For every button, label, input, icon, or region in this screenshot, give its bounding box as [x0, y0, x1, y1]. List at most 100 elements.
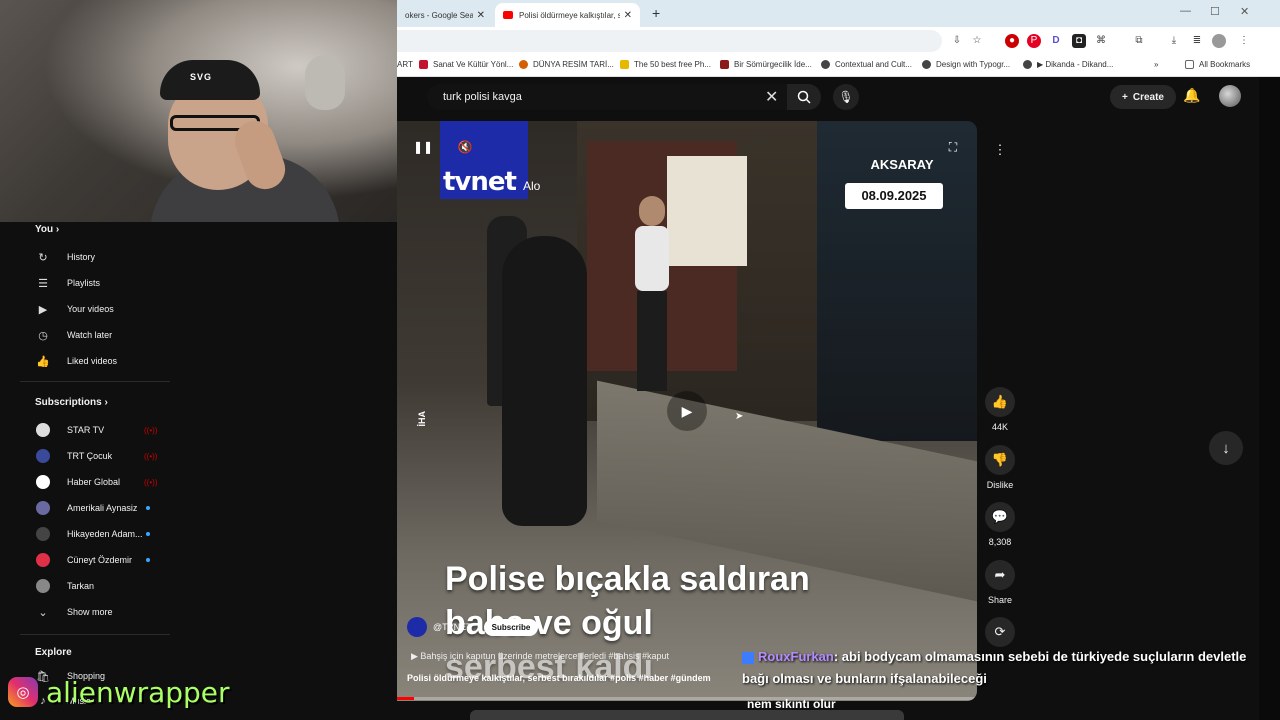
clear-search-icon[interactable]: ✕ [765, 87, 778, 107]
shorts-video-player[interactable]: tvnet Alo AKSARAY 08.09.2025 İHA ❚❚ 🔇 ⛶ … [397, 121, 977, 701]
like-button[interactable]: 👍 44K [985, 387, 1015, 432]
minimize-icon[interactable]: — [1180, 5, 1191, 17]
bookmark-item[interactable]: ART [397, 60, 413, 69]
bookmark-item[interactable]: Bir Sömürgecilik İde... [720, 60, 812, 69]
thumbs-up-icon: 👍 [985, 387, 1015, 417]
pinterest-icon[interactable]: P [1027, 34, 1041, 48]
sidebar-sub-star-tv[interactable]: STAR TV ((•)) [36, 420, 176, 440]
adblock-icon[interactable]: ● [1005, 34, 1019, 48]
bookmark-icon [620, 60, 629, 69]
play-icon[interactable]: ▶ [667, 391, 707, 431]
bookmarks-bar: ART Sanat Ve Kültür Yönl... DÜNYA RESİM … [397, 55, 1280, 77]
search-input[interactable]: turk polisi kavga [427, 84, 787, 110]
bookmark-star-icon[interactable]: ☆ [970, 34, 984, 48]
clock-icon: ◷ [38, 329, 48, 342]
subscribe-button[interactable]: Subscribe [483, 618, 539, 636]
sidebar-sub-haber-global[interactable]: Haber Global ((•)) [36, 472, 176, 492]
sidebar-item-liked-videos[interactable]: 👍 Liked videos [36, 351, 176, 371]
bookmark-item[interactable]: DÜNYA RESİM TARİ... [519, 60, 614, 69]
reading-list-icon[interactable]: ≣ [1190, 34, 1204, 48]
close-window-icon[interactable]: ✕ [1240, 5, 1249, 18]
extension-icon[interactable]: ◘ [1072, 34, 1086, 48]
download-icon[interactable]: ⤓ [1167, 34, 1181, 48]
sidebar-you-header[interactable]: You › [35, 224, 59, 235]
more-options[interactable]: ⋮ [985, 135, 1015, 170]
puzzle-icon[interactable]: ⌘ [1094, 34, 1108, 48]
pause-icon[interactable]: ❚❚ [409, 133, 437, 161]
create-button[interactable]: + Create [1110, 85, 1176, 109]
hashtags[interactable]: #polis #haber #gündem [610, 673, 711, 683]
you-label: You [35, 224, 54, 235]
bookmark-icon [720, 60, 729, 69]
comments-button[interactable]: 💬 8,308 [985, 502, 1015, 547]
tab-google-search[interactable]: okers - Google Sear ✕ [397, 3, 493, 27]
chat-username: RouxFurkan [758, 649, 834, 664]
globe-icon [821, 60, 830, 69]
profile-icon[interactable] [1212, 34, 1226, 48]
sidebar-sub-amerikali-aynasiz[interactable]: Amerikali Aynasiz [36, 498, 176, 518]
maximize-icon[interactable]: ☐ [1210, 5, 1220, 18]
mute-icon[interactable]: 🔇 [451, 133, 479, 161]
voice-search-button[interactable]: 🎙 [833, 84, 859, 110]
bookmark-icon [419, 60, 428, 69]
share-button[interactable]: ➦ Share [985, 560, 1015, 605]
sidebar-item-label: History [67, 252, 96, 262]
channel-row: @TVNET Subscribe [407, 617, 539, 637]
tab-label: Polisi öldürmeye kalkıştılar, serb [519, 10, 620, 20]
mic-icon: 🎙 [838, 90, 854, 104]
video-description[interactable]: ▶ Bahşiş için kapıtun üzerinde metrelerc… [411, 651, 669, 662]
sidebar-sub-cuneyt-ozdemir[interactable]: Cüneyt Özdemir [36, 550, 176, 570]
sidebar-sub-trt-cocuk[interactable]: TRT Çocuk ((•)) [36, 446, 176, 466]
dislike-button[interactable]: 👎 Dislike [985, 445, 1015, 490]
search-button[interactable] [787, 84, 821, 110]
create-label: Create [1132, 91, 1164, 103]
sidebar-item-your-videos[interactable]: ▶ Your videos [36, 299, 176, 319]
bookmark-item[interactable]: Contextual and Cult... [821, 60, 912, 69]
video-title[interactable]: Polisi öldürmeye kalkıştılar, serbest bı… [407, 673, 711, 683]
bookmark-item[interactable]: The 50 best free Ph... [620, 60, 711, 69]
live-icon: ((•)) [144, 477, 158, 487]
address-field[interactable] [397, 30, 942, 52]
close-icon[interactable]: ✕ [477, 10, 485, 21]
arrow-down-icon: ↓ [1222, 439, 1230, 457]
sidebar-sub-hikayeden-adam[interactable]: Hikayeden Adam... [36, 524, 176, 544]
bookmark-item[interactable]: Sanat Ve Kültür Yönl... [419, 60, 513, 69]
sidebar-sub-tarkan[interactable]: Tarkan [36, 576, 176, 596]
progress-bar[interactable] [397, 697, 977, 700]
sidebar-item-label: TRT Çocuk [67, 451, 113, 461]
notifications-bell-icon[interactable]: 🔔 [1183, 87, 1200, 104]
sidebar-item-playlists[interactable]: ☰ Playlists [36, 273, 176, 293]
sidebar-show-more[interactable]: ⌄ Show more [36, 602, 176, 622]
channel-avatar [36, 449, 50, 463]
next-video-button[interactable]: ↓ [1209, 431, 1243, 465]
playlist-icon: ☰ [38, 277, 48, 290]
install-icon[interactable]: ⇩ [950, 34, 964, 48]
fullscreen-icon[interactable]: ⛶ [939, 133, 967, 161]
sidebar-subscriptions-header[interactable]: Subscriptions › [35, 397, 108, 408]
tab-search-icon[interactable]: ⧉ [1132, 34, 1146, 48]
bookmark-item[interactable]: Design with Typogr... [922, 60, 1010, 69]
close-icon[interactable]: ✕ [624, 10, 632, 21]
sidebar-explore-header: Explore [35, 647, 72, 658]
menu-dots-icon[interactable]: ⋮ [1237, 34, 1251, 48]
sidebar-item-history[interactable]: ↻ History [36, 247, 176, 267]
extension-d-icon[interactable]: D [1049, 34, 1063, 48]
new-content-dot [146, 506, 150, 510]
bookmark-item[interactable]: ▶ Dikanda - Dikand... [1023, 60, 1113, 69]
sidebar-item-label: Hikayeden Adam... [67, 529, 143, 539]
new-tab-button[interactable]: + [652, 5, 660, 21]
sidebar-item-label: STAR TV [67, 425, 105, 435]
sidebar-item-watch-later[interactable]: ◷ Watch later [36, 325, 176, 345]
taskbar-edge [470, 710, 904, 720]
all-bookmarks[interactable]: All Bookmarks [1185, 60, 1250, 69]
channel-handle[interactable]: @TVNET [433, 622, 472, 632]
account-avatar[interactable] [1219, 85, 1241, 107]
video-icon: ▶ [38, 303, 48, 316]
folder-icon [1185, 60, 1194, 69]
tab-youtube-active[interactable]: Polisi öldürmeye kalkıştılar, serb ✕ [495, 3, 640, 27]
more-bookmarks-icon[interactable]: » [1154, 60, 1158, 69]
bookmark-label: ART [397, 60, 413, 69]
channel-avatar [36, 501, 50, 515]
channel-avatar [36, 423, 50, 437]
channel-avatar[interactable] [407, 617, 427, 637]
